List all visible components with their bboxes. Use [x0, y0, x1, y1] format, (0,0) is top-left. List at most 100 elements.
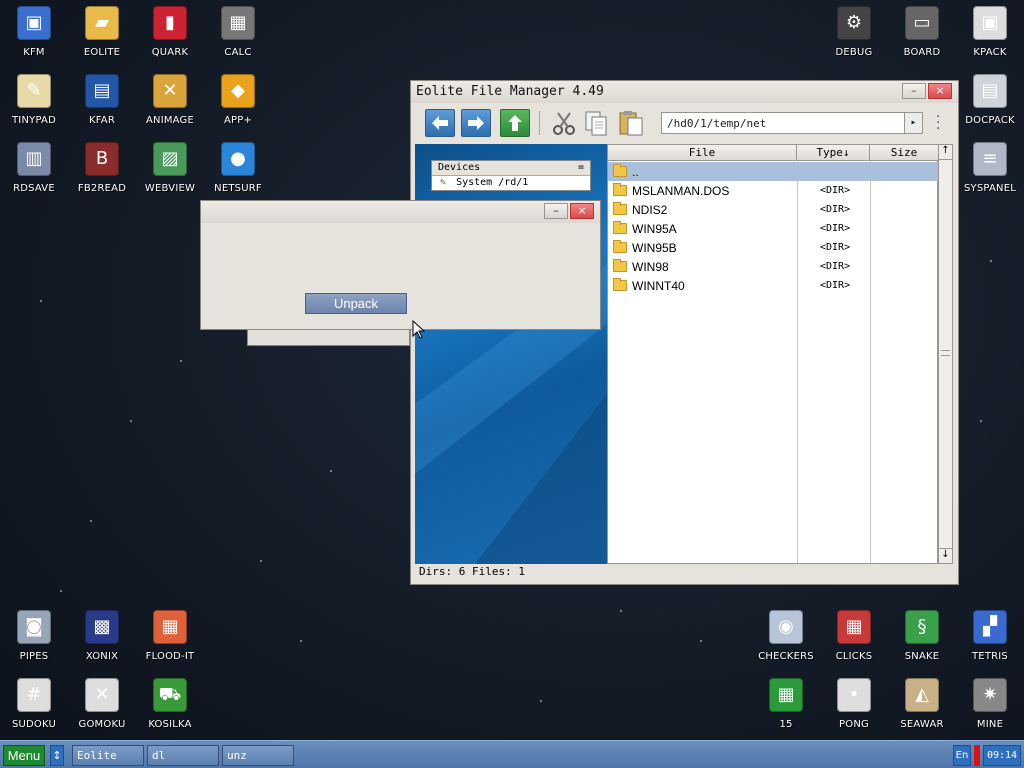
desktop-icon-kfm[interactable]: ▣ KFM — [0, 0, 68, 62]
mine-icon: ✷ — [973, 678, 1007, 712]
file-type: <DIR> — [820, 223, 851, 234]
unpack-button[interactable]: Unpack — [305, 293, 407, 314]
desktop-icon-animage[interactable]: ✕ ANIMAGE — [136, 68, 204, 130]
list-item[interactable]: WIN95B <DIR> — [608, 238, 939, 257]
desktop-icon-webview[interactable]: ▨ WEBVIEW — [136, 136, 204, 198]
desktop-icon-flood-it[interactable]: ▦ FLOOD-IT — [136, 604, 204, 666]
desktop-icon-kosilka[interactable]: ⛟ KOSILKA — [136, 672, 204, 734]
desktop-icon-tetris[interactable]: ▞ TETRIS — [956, 604, 1024, 666]
desktop-icon-calc[interactable]: ▦ CALC — [204, 0, 272, 62]
device-item-system[interactable]: ✎ System /rd/1 — [432, 176, 590, 190]
list-item[interactable]: WIN98 <DIR> — [608, 257, 939, 276]
desktop-icon-rdsave[interactable]: ▥ RDSAVE — [0, 136, 68, 198]
file-name: WIN95A — [632, 222, 677, 236]
list-item[interactable]: MSLANMAN.DOS <DIR> — [608, 181, 939, 200]
mouse-cursor-icon — [412, 320, 426, 339]
scroll-up-button[interactable]: ↑ — [939, 145, 952, 160]
devices-title: Devices — [438, 162, 481, 173]
desktop-icon-label: QUARK — [151, 47, 189, 58]
system-device-icon: ✎ — [440, 177, 447, 188]
scroll-thumb-grip[interactable] — [941, 350, 950, 356]
dialog-titlebar[interactable]: – × — [201, 201, 600, 223]
up-button[interactable] — [500, 109, 530, 137]
desktop-icon-kpack[interactable]: ▣ KPACK — [956, 0, 1024, 62]
desktop-icon-label: SUDOKU — [11, 719, 57, 730]
column-type[interactable]: Type↓ — [797, 145, 870, 161]
desktop-icon-syspanel[interactable]: ≡ SYSPANEL — [956, 136, 1024, 198]
task-switch-icon[interactable]: ↕ — [50, 745, 64, 766]
scroll-down-button[interactable]: ↓ — [939, 548, 952, 563]
language-indicator[interactable]: En — [953, 745, 971, 766]
desktop-icon-eolite[interactable]: ▰ EOLITE — [68, 0, 136, 62]
desktop-icon-checkers[interactable]: ◉ CHECKERS — [752, 604, 820, 666]
desktop-icon-snake[interactable]: § SNAKE — [888, 604, 956, 666]
desktop-icon-pong[interactable]: • PONG — [820, 672, 888, 734]
desktop-icon-pipes[interactable]: ◙ PIPES — [0, 604, 68, 666]
close-button[interactable]: × — [928, 83, 952, 99]
file-name: WIN98 — [632, 260, 669, 274]
desktop-icon-quark[interactable]: ▮ QUARK — [136, 0, 204, 62]
pong-icon: • — [837, 678, 871, 712]
desktop-icon-label: TINYPAD — [12, 115, 56, 126]
arrow-right-icon — [468, 116, 484, 130]
cut-button[interactable] — [551, 109, 577, 139]
path-input[interactable]: /hd0/1/temp/net ▸ — [661, 112, 923, 134]
devices-menu-icon[interactable]: = — [578, 162, 584, 173]
desktop-icon-sudoku[interactable]: # SUDOKU — [0, 672, 68, 734]
desktop-icon-mine[interactable]: ✷ MINE — [956, 672, 1024, 734]
desktop-icon-label: APP+ — [223, 115, 253, 126]
desktop-icon-xonix[interactable]: ▩ XONIX — [68, 604, 136, 666]
forward-button[interactable] — [461, 109, 491, 137]
copy-button[interactable] — [583, 109, 609, 139]
back-button[interactable] — [425, 109, 455, 137]
archive-icon: ▤ — [85, 74, 119, 108]
task-button-eolite[interactable]: Eolite — [72, 745, 144, 766]
task-button-dl[interactable]: dl — [147, 745, 219, 766]
desktop-icon-label: SYSPANEL — [963, 183, 1016, 194]
notebook-icon: ▮ — [153, 6, 187, 40]
file-list: File Type↓ Size .. MSLANMAN.DOS <DIR> NDIS… — [607, 144, 939, 564]
menu-button[interactable]: Menu — [3, 745, 45, 766]
desktop-icon-label: FB2READ — [77, 183, 127, 194]
cabinet-icon: ▤ — [973, 74, 1007, 108]
desktop-icon-debug[interactable]: ⚙ DEBUG — [820, 0, 888, 62]
devices-header: Devices = — [432, 161, 590, 176]
desktop-icon-docpack[interactable]: ▤ DOCPACK — [956, 68, 1024, 130]
dialog-close-button[interactable]: × — [570, 203, 594, 219]
save-disk-icon: ▥ — [17, 142, 51, 176]
desktop-icon-label: DOCPACK — [965, 115, 1015, 126]
dialog-minimize-button[interactable]: – — [544, 203, 568, 219]
list-item[interactable]: NDIS2 <DIR> — [608, 200, 939, 219]
list-item[interactable]: WIN95A <DIR> — [608, 219, 939, 238]
file-name: WIN95B — [632, 241, 677, 255]
desktop-icon-15[interactable]: ▦ 15 — [752, 672, 820, 734]
desktop-icon-label: KFM — [23, 47, 45, 58]
go-button[interactable]: ▸ — [904, 113, 922, 133]
desktop-icon-app-[interactable]: ◆ APP+ — [204, 68, 272, 130]
status-bar: Dirs: 6 Files: 1 — [419, 565, 525, 578]
desktop-icon-netsurf[interactable]: ● NETSURF — [204, 136, 272, 198]
column-size[interactable]: Size — [870, 145, 939, 161]
desktop-icon-clicks[interactable]: ▦ CLICKS — [820, 604, 888, 666]
desktop-icon-label: ANIMAGE — [145, 115, 195, 126]
task-button-unz[interactable]: unz — [222, 745, 294, 766]
vertical-scrollbar[interactable]: ↑ ↓ — [938, 144, 953, 564]
desktop-icon-kfar[interactable]: ▤ KFAR — [68, 68, 136, 130]
list-item[interactable]: WINNT40 <DIR> — [608, 276, 939, 295]
file-manager-titlebar[interactable]: Eolite File Manager 4.49 – × — [411, 81, 958, 103]
desktop-icon-board[interactable]: ▭ BOARD — [888, 0, 956, 62]
clock[interactable]: 09:14 — [983, 745, 1021, 766]
folder-icon — [613, 259, 627, 272]
column-file[interactable]: File — [608, 145, 797, 161]
toolbar-menu-icon[interactable]: · · · — [936, 110, 942, 136]
list-item-parent[interactable]: .. — [608, 162, 939, 181]
desktop-icon-tinypad[interactable]: ✎ TINYPAD — [0, 68, 68, 130]
desktop-icon-fb2read[interactable]: B FB2READ — [68, 136, 136, 198]
path-text: /hd0/1/temp/net — [667, 117, 767, 130]
desktop-icon-seawar[interactable]: ◭ SEAWAR — [888, 672, 956, 734]
minimize-button[interactable]: – — [902, 83, 926, 99]
paste-button[interactable] — [617, 109, 645, 139]
desktop-icon-label: WEBVIEW — [144, 183, 196, 194]
window-title: Eolite File Manager 4.49 — [416, 84, 604, 99]
desktop-icon-gomoku[interactable]: ✕ GOMOKU — [68, 672, 136, 734]
